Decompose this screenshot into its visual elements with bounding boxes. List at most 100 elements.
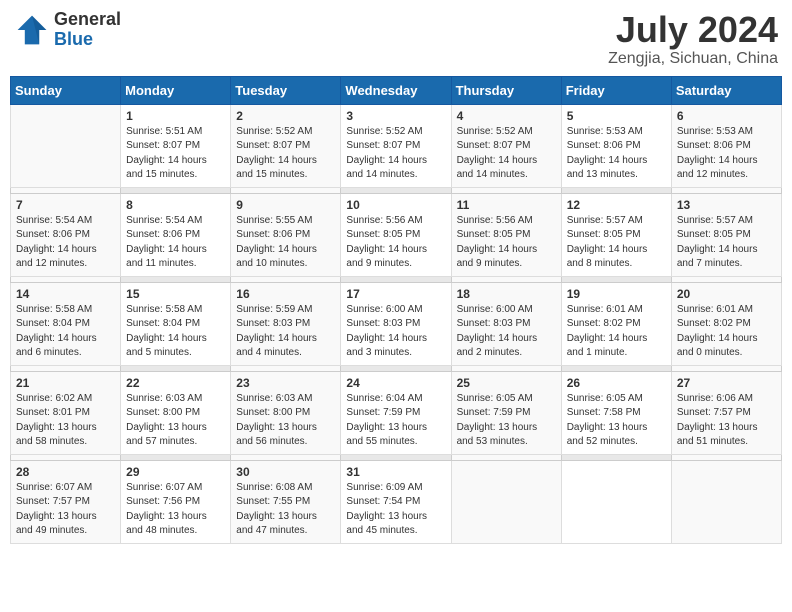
day-number: 23 [236, 376, 335, 390]
calendar-cell [451, 460, 561, 543]
day-number: 16 [236, 287, 335, 301]
weekday-header: Saturday [671, 76, 781, 104]
title-block: July 2024 Zengjia, Sichuan, China [608, 10, 778, 68]
calendar-cell: 25Sunrise: 6:05 AM Sunset: 7:59 PM Dayli… [451, 371, 561, 454]
calendar-cell: 10 Sunrise: 5:56 AM Sunset: 8:05 PM Dayli… [341, 193, 451, 276]
day-info: Sunrise: 5:59 AM Sunset: 8:03 PM Dayligh… [236, 303, 335, 361]
calendar-cell: 30 Sunrise: 6:08 AM Sunset: 7:55 PM Dayli… [231, 460, 341, 543]
day-number: 24 [346, 376, 445, 390]
day-number: 8 [126, 198, 225, 212]
logo-line2: Blue [54, 30, 121, 50]
day-number: 7 [16, 198, 115, 212]
calendar-cell: 26 Sunrise: 6:05 AM Sunset: 7:58 PM Dayli… [561, 371, 671, 454]
day-number: 3 [346, 109, 445, 123]
calendar-week-row: 7 Sunrise: 5:54 AM Sunset: 8:06 PM Daylig… [11, 193, 782, 276]
calendar-cell [561, 460, 671, 543]
day-info: Sunrise: 5:57 AM Sunset: 8:05 PM Dayligh… [677, 214, 776, 272]
calendar-cell [671, 460, 781, 543]
calendar-cell: 5Sunrise: 5:53 AM Sunset: 8:06 PM Daylig… [561, 104, 671, 187]
calendar-cell: 11 Sunrise: 5:56 AM Sunset: 8:05 PM Dayli… [451, 193, 561, 276]
calendar-cell: 14 Sunrise: 5:58 AM Sunset: 8:04 PM Dayli… [11, 282, 121, 365]
day-number: 4 [457, 109, 556, 123]
day-number: 11 [457, 198, 556, 212]
day-number: 26 [567, 376, 666, 390]
calendar-cell: 7Sunrise: 5:54 AM Sunset: 8:06 PM Daylig… [11, 193, 121, 276]
day-number: 19 [567, 287, 666, 301]
day-info: Sunrise: 5:55 AM Sunset: 8:06 PM Dayligh… [236, 214, 335, 272]
day-info: Sunrise: 6:00 AM Sunset: 8:03 PM Dayligh… [346, 303, 445, 361]
day-number: 21 [16, 376, 115, 390]
day-number: 18 [457, 287, 556, 301]
calendar-cell: 8 Sunrise: 5:54 AM Sunset: 8:06 PM Daylig… [121, 193, 231, 276]
weekday-header: Tuesday [231, 76, 341, 104]
calendar-cell: 24 Sunrise: 6:04 AM Sunset: 7:59 PM Dayli… [341, 371, 451, 454]
day-number: 17 [346, 287, 445, 301]
weekday-header: Thursday [451, 76, 561, 104]
calendar-cell [11, 104, 121, 187]
day-info: Sunrise: 6:07 AM Sunset: 7:56 PM Dayligh… [126, 481, 225, 539]
day-info: Sunrise: 5:52 AM Sunset: 8:07 PM Dayligh… [346, 125, 445, 183]
day-info: Sunrise: 6:08 AM Sunset: 7:55 PM Dayligh… [236, 481, 335, 539]
day-info: Sunrise: 6:03 AM Sunset: 8:00 PM Dayligh… [126, 392, 225, 450]
calendar-cell: 23 Sunrise: 6:03 AM Sunset: 8:00 PM Dayli… [231, 371, 341, 454]
day-number: 1 [126, 109, 225, 123]
day-number: 6 [677, 109, 776, 123]
day-info: Sunrise: 5:58 AM Sunset: 8:04 PM Dayligh… [126, 303, 225, 361]
day-info: Sunrise: 5:52 AM Sunset: 8:07 PM Dayligh… [236, 125, 335, 183]
calendar-cell: 1Sunrise: 5:51 AM Sunset: 8:07 PM Daylig… [121, 104, 231, 187]
weekday-header: Monday [121, 76, 231, 104]
calendar-cell: 12 Sunrise: 5:57 AM Sunset: 8:05 PM Dayli… [561, 193, 671, 276]
calendar-cell: 3 Sunrise: 5:52 AM Sunset: 8:07 PM Daylig… [341, 104, 451, 187]
day-info: Sunrise: 5:54 AM Sunset: 8:06 PM Dayligh… [126, 214, 225, 272]
day-number: 14 [16, 287, 115, 301]
day-info: Sunrise: 6:06 AM Sunset: 7:57 PM Dayligh… [677, 392, 776, 450]
day-number: 29 [126, 465, 225, 479]
day-number: 12 [567, 198, 666, 212]
calendar-cell: 13Sunrise: 5:57 AM Sunset: 8:05 PM Dayli… [671, 193, 781, 276]
calendar-week-row: 1Sunrise: 5:51 AM Sunset: 8:07 PM Daylig… [11, 104, 782, 187]
day-info: Sunrise: 6:09 AM Sunset: 7:54 PM Dayligh… [346, 481, 445, 539]
day-info: Sunrise: 5:58 AM Sunset: 8:04 PM Dayligh… [16, 303, 115, 361]
weekday-header: Sunday [11, 76, 121, 104]
calendar-cell: 29 Sunrise: 6:07 AM Sunset: 7:56 PM Dayli… [121, 460, 231, 543]
day-info: Sunrise: 5:53 AM Sunset: 8:06 PM Dayligh… [677, 125, 776, 183]
calendar-table: SundayMondayTuesdayWednesdayThursdayFrid… [10, 76, 782, 544]
day-number: 30 [236, 465, 335, 479]
day-number: 2 [236, 109, 335, 123]
day-info: Sunrise: 6:04 AM Sunset: 7:59 PM Dayligh… [346, 392, 445, 450]
day-info: Sunrise: 6:03 AM Sunset: 8:00 PM Dayligh… [236, 392, 335, 450]
day-number: 10 [346, 198, 445, 212]
day-number: 9 [236, 198, 335, 212]
day-number: 15 [126, 287, 225, 301]
calendar-cell: 28 Sunrise: 6:07 AM Sunset: 7:57 PM Dayli… [11, 460, 121, 543]
day-info: Sunrise: 6:05 AM Sunset: 7:58 PM Dayligh… [567, 392, 666, 450]
calendar-cell: 31Sunrise: 6:09 AM Sunset: 7:54 PM Dayli… [341, 460, 451, 543]
calendar-cell: 6 Sunrise: 5:53 AM Sunset: 8:06 PM Daylig… [671, 104, 781, 187]
day-info: Sunrise: 6:02 AM Sunset: 8:01 PM Dayligh… [16, 392, 115, 450]
calendar-week-row: 28 Sunrise: 6:07 AM Sunset: 7:57 PM Dayli… [11, 460, 782, 543]
day-number: 27 [677, 376, 776, 390]
logo-line1: General [54, 10, 121, 30]
day-info: Sunrise: 5:56 AM Sunset: 8:05 PM Dayligh… [457, 214, 556, 272]
weekday-header: Friday [561, 76, 671, 104]
day-info: Sunrise: 6:07 AM Sunset: 7:57 PM Dayligh… [16, 481, 115, 539]
day-number: 28 [16, 465, 115, 479]
calendar-cell: 16 Sunrise: 5:59 AM Sunset: 8:03 PM Dayli… [231, 282, 341, 365]
calendar-week-row: 21 Sunrise: 6:02 AM Sunset: 8:01 PM Dayli… [11, 371, 782, 454]
calendar-week-row: 14 Sunrise: 5:58 AM Sunset: 8:04 PM Dayli… [11, 282, 782, 365]
day-info: Sunrise: 5:56 AM Sunset: 8:05 PM Dayligh… [346, 214, 445, 272]
calendar-cell: 19Sunrise: 6:01 AM Sunset: 8:02 PM Dayli… [561, 282, 671, 365]
logo: General Blue [14, 10, 121, 50]
day-info: Sunrise: 5:57 AM Sunset: 8:05 PM Dayligh… [567, 214, 666, 272]
calendar-cell: 18 Sunrise: 6:00 AM Sunset: 8:03 PM Dayli… [451, 282, 561, 365]
weekday-header: Wednesday [341, 76, 451, 104]
calendar-cell: 22Sunrise: 6:03 AM Sunset: 8:00 PM Dayli… [121, 371, 231, 454]
calendar-cell: 17 Sunrise: 6:00 AM Sunset: 8:03 PM Dayli… [341, 282, 451, 365]
calendar-cell: 2 Sunrise: 5:52 AM Sunset: 8:07 PM Daylig… [231, 104, 341, 187]
day-info: Sunrise: 6:01 AM Sunset: 8:02 PM Dayligh… [677, 303, 776, 361]
day-info: Sunrise: 6:00 AM Sunset: 8:03 PM Dayligh… [457, 303, 556, 361]
day-info: Sunrise: 5:53 AM Sunset: 8:06 PM Dayligh… [567, 125, 666, 183]
calendar-cell: 20Sunrise: 6:01 AM Sunset: 8:02 PM Dayli… [671, 282, 781, 365]
day-info: Sunrise: 6:05 AM Sunset: 7:59 PM Dayligh… [457, 392, 556, 450]
calendar-cell: 15 Sunrise: 5:58 AM Sunset: 8:04 PM Dayli… [121, 282, 231, 365]
